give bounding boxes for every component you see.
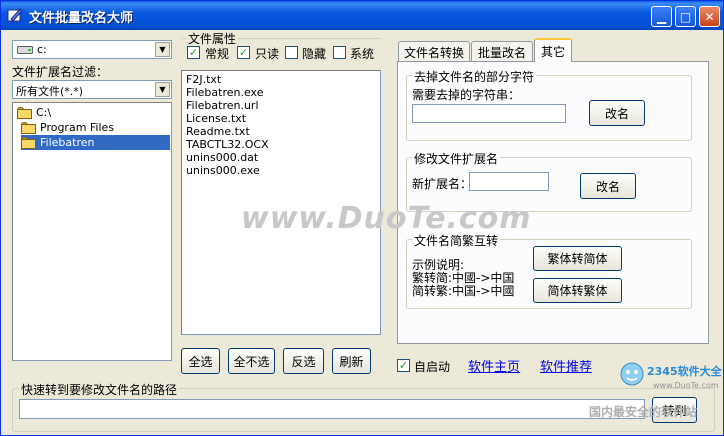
close-button[interactable]: ✕ — [699, 6, 720, 27]
ext-rename-button[interactable]: 改名 — [580, 173, 636, 199]
stamp-slogan: 国内最安全的软件站 — [589, 405, 698, 419]
app-icon — [7, 8, 23, 22]
title-bar[interactable]: 文件批量改名大师 ▁ □ ✕ — [1, 1, 723, 30]
new-ext-label: 新扩展名： — [412, 177, 473, 191]
attr-system-label: 系统 — [350, 47, 375, 61]
attr-readonly-label: 只读 — [255, 47, 280, 61]
window-title: 文件批量改名大师 — [29, 11, 134, 26]
close-icon: ✕ — [704, 9, 715, 24]
tree-item-label: Program Files — [40, 121, 115, 134]
tree-item-root[interactable]: C:\ — [17, 105, 51, 120]
filter-select-value: 所有文件(*.*) — [16, 85, 84, 98]
quick-path-input[interactable] — [19, 399, 645, 419]
tree-item-label: Filebatren — [40, 136, 95, 149]
new-ext-input[interactable] — [469, 172, 549, 191]
select-all-button[interactable]: 全选 — [181, 348, 220, 374]
tree-item-program-files[interactable]: Program Files — [21, 120, 114, 135]
chevron-down-icon[interactable]: ▼ — [155, 82, 170, 97]
to-traditional-button[interactable]: 简体转繁体 — [533, 278, 622, 303]
list-item[interactable]: F2J.txt — [186, 73, 221, 86]
maximize-icon: □ — [679, 9, 692, 24]
tab-filename-convert[interactable]: 文件名转换 — [398, 41, 470, 62]
tree-item-filebatren[interactable]: Filebatren — [21, 135, 170, 150]
list-item[interactable]: Readme.txt — [186, 125, 250, 138]
main-window: 文件批量改名大师 ▁ □ ✕ c: ▼ 文件扩展名过滤： 所有文件(*.*) ▼… — [0, 0, 724, 436]
autostart-checkbox[interactable]: ✓ — [397, 359, 410, 372]
refresh-button[interactable]: 刷新 — [332, 348, 371, 374]
list-item[interactable]: TABCTL32.OCX — [186, 138, 269, 151]
checkmark-icon: ✓ — [188, 46, 199, 59]
list-item[interactable]: License.txt — [186, 112, 246, 125]
remove-rename-button[interactable]: 改名 — [589, 100, 645, 126]
autostart-label: 自启动 — [414, 360, 451, 374]
watermark: www.DuoTe.com — [241, 201, 532, 236]
list-item[interactable]: Filebatren.exe — [186, 86, 263, 99]
stamp-url: www.DuoTe.com — [653, 381, 719, 390]
remove-part-prompt: 需要去掉的字符串： — [412, 88, 521, 102]
recommend-link[interactable]: 软件推荐 — [540, 356, 592, 375]
remove-string-input[interactable] — [412, 104, 566, 123]
list-item[interactable]: Filebatren.url — [186, 99, 259, 112]
folder-icon — [21, 121, 37, 134]
filter-label: 文件扩展名过滤： — [12, 65, 109, 79]
homepage-link[interactable]: 软件主页 — [468, 356, 520, 375]
mascot-icon — [620, 362, 644, 386]
to-simplified-button[interactable]: 繁体转简体 — [533, 246, 622, 271]
chevron-down-icon[interactable]: ▼ — [155, 42, 170, 57]
attr-hidden-label: 隐藏 — [302, 47, 327, 61]
change-ext-title: 修改文件扩展名 — [412, 150, 501, 167]
attr-system-checkbox[interactable] — [333, 46, 346, 59]
folder-icon — [17, 106, 33, 119]
minimize-button[interactable]: ▁ — [651, 6, 672, 27]
list-item[interactable]: unins000.exe — [186, 164, 260, 177]
remove-part-title: 去掉文件名的部分字符 — [412, 68, 537, 85]
drive-select[interactable]: c: ▼ — [12, 40, 172, 59]
filter-select[interactable]: 所有文件(*.*) ▼ — [12, 80, 172, 99]
attr-readonly-checkbox[interactable]: ✓ — [237, 46, 250, 59]
select-none-button[interactable]: 全不选 — [228, 348, 275, 374]
attr-hidden-checkbox[interactable] — [285, 46, 298, 59]
checkmark-icon: ✓ — [398, 359, 409, 372]
checkmark-icon: ✓ — [238, 46, 249, 59]
folder-open-icon — [21, 136, 37, 149]
minimize-icon: ▁ — [656, 9, 667, 24]
list-item[interactable]: unins000.dat — [186, 151, 258, 164]
drive-select-value: c: — [37, 43, 47, 56]
attr-normal-label: 常规 — [205, 47, 230, 61]
convert-example-s2t: 简转繁:中国->中國 — [412, 284, 515, 298]
invert-selection-button[interactable]: 反选 — [283, 348, 324, 374]
quick-path-label: 快速转到要修改文件名的路径 — [19, 381, 180, 398]
tab-batch-rename[interactable]: 批量改名 — [471, 41, 533, 62]
stamp-brand: 2345软件大全 — [647, 365, 722, 378]
maximize-button[interactable]: □ — [675, 6, 696, 27]
tab-other[interactable]: 其它 — [534, 38, 572, 62]
drive-icon — [17, 46, 33, 54]
tree-item-label: C:\ — [36, 106, 52, 119]
attr-normal-checkbox[interactable]: ✓ — [187, 46, 200, 59]
directory-tree[interactable]: C:\ Program Files Filebatren — [12, 102, 172, 361]
